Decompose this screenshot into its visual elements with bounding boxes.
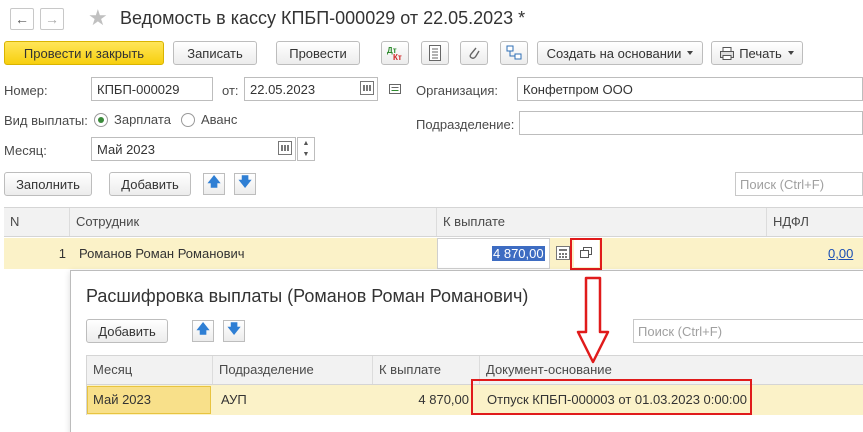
arrow-up-icon: 🡅 (207, 174, 221, 189)
advance-radio-label: Аванс (201, 112, 238, 127)
breakdown-popup: Расшифровка выплаты (Романов Роман Роман… (70, 270, 863, 432)
arrow-down-icon: 🡇 (227, 321, 241, 336)
attach-button[interactable] (460, 41, 488, 65)
pay-type-label: Вид выплаты: (4, 113, 88, 128)
arrow-up-icon: 🡅 (196, 321, 210, 336)
forward-button[interactable]: → (40, 8, 64, 30)
popup-payout-value[interactable]: 4 870,00 (373, 392, 469, 407)
dt-kt-icon: ДтКт (387, 46, 402, 61)
document-list-icon (429, 45, 441, 61)
popup-column-month[interactable]: Месяц (87, 356, 213, 384)
date-label: от: (222, 83, 239, 98)
table-header: N Сотрудник К выплате НДФЛ (4, 207, 863, 237)
history-icon[interactable] (389, 84, 403, 96)
dt-kt-button[interactable]: Дт Кт (381, 41, 409, 65)
popup-title: Расшифровка выплаты (Романов Роман Роман… (86, 286, 529, 306)
move-up-button[interactable]: 🡅 (203, 173, 225, 195)
chevron-down-icon (787, 51, 794, 55)
chevron-down-icon (687, 51, 694, 55)
popup-column-subdivision[interactable]: Подразделение (213, 356, 373, 384)
post-button[interactable]: Провести (276, 41, 360, 65)
structure-icon (506, 45, 522, 60)
report-button[interactable] (421, 41, 449, 65)
highlight-box-button (570, 238, 602, 270)
calculator-icon[interactable] (556, 246, 570, 260)
arrow-right-icon: → (45, 11, 59, 27)
month-field[interactable]: Май 2023 (91, 137, 296, 161)
organization-field[interactable]: Конфетпром ООО (517, 77, 863, 101)
salary-radio-label: Зарплата (114, 112, 171, 127)
add-button[interactable]: Добавить (109, 172, 191, 196)
page-title: Ведомость в кассу КПБП-000029 от 22.05.2… (120, 8, 526, 28)
create-based-on-button[interactable]: Создать на основании (537, 41, 703, 65)
column-header-ndfl[interactable]: НДФЛ (767, 208, 863, 236)
calendar-icon[interactable] (360, 81, 374, 95)
print-label: Печать (739, 45, 782, 61)
popup-add-button[interactable]: Добавить (86, 319, 168, 343)
subdivision-label: Подразделение: (416, 117, 515, 132)
advance-radio[interactable] (181, 113, 195, 127)
annotation-arrow-icon (576, 276, 610, 364)
number-field[interactable]: КПБП-000029 (91, 77, 213, 101)
column-header-n[interactable]: N (4, 208, 70, 236)
back-button[interactable]: ← (10, 8, 34, 30)
date-field[interactable]: 22.05.2023 (244, 77, 378, 101)
ndfl-link[interactable]: 0,00 (828, 246, 853, 261)
subdivision-field[interactable] (519, 111, 863, 135)
popup-subdivision-value[interactable]: АУП (221, 392, 247, 407)
down-icon[interactable]: ▼ (298, 149, 314, 160)
structure-button[interactable] (500, 41, 528, 65)
save-button[interactable]: Записать (173, 41, 257, 65)
organization-label: Организация: (416, 83, 499, 98)
popup-move-down-button[interactable]: 🡇 (223, 320, 245, 342)
highlight-box-document (471, 379, 752, 415)
fill-button[interactable]: Заполнить (4, 172, 92, 196)
payout-value[interactable]: 4 870,00 (492, 246, 545, 261)
create-based-on-label: Создать на основании (546, 45, 682, 61)
salary-radio[interactable] (94, 113, 108, 127)
popup-month-value: Май 2023 (93, 392, 151, 407)
number-label: Номер: (4, 83, 48, 98)
up-icon[interactable]: ▲ (298, 138, 314, 149)
search-input[interactable]: Поиск (Ctrl+F) (735, 172, 863, 196)
popup-search-input[interactable]: Поиск (Ctrl+F) (633, 319, 863, 343)
favorite-star-icon[interactable]: ★ (88, 5, 108, 31)
paperclip-icon (469, 47, 480, 59)
column-header-payout[interactable]: К выплате (437, 208, 767, 236)
calculator-glyph-icon (559, 249, 567, 258)
arrow-down-icon: 🡇 (238, 174, 252, 189)
popup-column-payout[interactable]: К выплате (373, 356, 480, 384)
post-and-close-button[interactable]: Провести и закрыть (4, 41, 164, 65)
date-value: 22.05.2023 (250, 82, 316, 97)
move-down-button[interactable]: 🡇 (234, 173, 256, 195)
month-value: Май 2023 (97, 142, 155, 157)
employee-cell[interactable]: Романов Роман Романович (79, 246, 245, 261)
print-button[interactable]: Печать (711, 41, 803, 65)
column-header-employee[interactable]: Сотрудник (70, 208, 437, 236)
month-stepper[interactable]: ▲ ▼ (297, 137, 315, 161)
popup-move-up-button[interactable]: 🡅 (192, 320, 214, 342)
svg-text:Кт: Кт (393, 53, 402, 61)
row-number: 1 (58, 246, 66, 261)
calendar-icon[interactable] (278, 141, 292, 155)
month-label: Месяц: (4, 143, 47, 158)
printer-icon (720, 46, 735, 60)
arrow-left-icon: ← (15, 11, 29, 27)
